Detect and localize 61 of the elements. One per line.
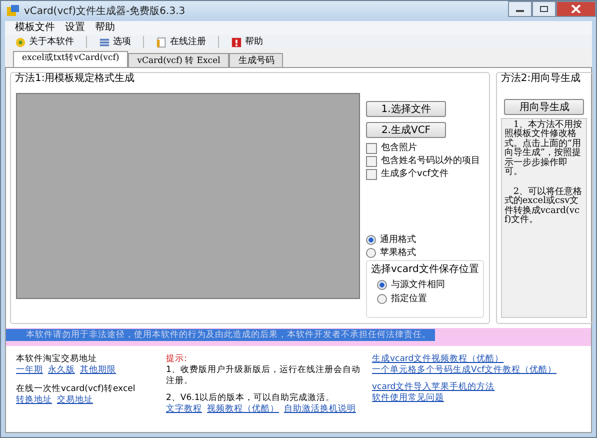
menu-item[interactable]: 帮助 <box>95 22 115 34</box>
radio-label: 苹果格式 <box>380 248 416 258</box>
group-title: 方法1:用模板规定格式生成 <box>15 73 135 84</box>
radio-button[interactable] <box>366 248 376 258</box>
action-button[interactable]: 1.选择文件 <box>366 101 446 117</box>
menu-item[interactable]: 设置 <box>65 22 85 34</box>
link[interactable]: 转换地址 <box>16 395 52 406</box>
help-icon <box>231 36 242 48</box>
document-icon <box>156 36 167 48</box>
radio-button[interactable] <box>366 235 376 246</box>
maximize-icon <box>539 5 549 13</box>
checkbox[interactable] <box>366 156 377 167</box>
toolbar-button[interactable]: 关于本软件 <box>13 36 76 48</box>
menu-item[interactable]: 模板文件 <box>15 22 55 34</box>
window-title: vCard(vcf)文件生成器-免费版6.3.3 <box>24 4 186 18</box>
tab[interactable]: 生成号码 <box>229 53 284 67</box>
link[interactable]: 软件使用常见问题 <box>372 393 581 404</box>
minimize-button[interactable] <box>508 1 532 17</box>
list-icon <box>99 36 110 48</box>
link[interactable]: vcard文件导入苹果手机的方法 <box>372 382 581 393</box>
close-button[interactable] <box>556 1 596 17</box>
info-text: 在线一次性vcard(vcf)转excel <box>16 384 136 394</box>
info-text: 本软件淘宝交易地址 <box>16 354 98 364</box>
tip-text: 1、收费版用户升级新版后，运行在线注册会自动注册。 <box>166 365 362 387</box>
link[interactable]: 永久版 <box>48 365 75 376</box>
checkbox[interactable] <box>366 169 377 180</box>
group-title: 选择vcard文件保存位置 <box>371 264 479 275</box>
checkbox-label: 生成多个vcf文件 <box>381 169 448 180</box>
toolbar-button[interactable]: 帮助 <box>229 36 265 48</box>
disclaimer-text: 本软件请勿用于非法途径，使用本软件的行为及由此造成的后果，本软件开发者不承担任何法律责任。 <box>6 329 435 341</box>
link[interactable]: 视频教程（优酷） <box>207 404 279 415</box>
action-button[interactable]: 2.生成VCF <box>366 122 446 138</box>
link[interactable]: 交易地址 <box>57 395 93 406</box>
radio-label: 与源文件相同 <box>391 280 445 290</box>
tab[interactable]: vCard(vcf) 转 Excel <box>128 53 230 67</box>
wizard-button[interactable]: 用向导生成 <box>504 99 584 115</box>
link[interactable]: 生成vcard文件视频教程（优酷） <box>372 354 581 365</box>
note-text: 2、可以将任意格式的excel或csv文件转换成vcard(vcf)文件。 <box>504 188 584 226</box>
checkbox-label: 包含姓名号码以外的项目 <box>381 156 480 167</box>
radio-label: 指定位置 <box>391 294 427 304</box>
checkbox-label: 包含照片 <box>381 143 417 154</box>
checkbox[interactable] <box>366 143 377 154</box>
info-icon <box>15 36 26 48</box>
link[interactable]: 自助激活换机说明 <box>284 404 356 415</box>
link[interactable]: 文字教程 <box>166 404 202 415</box>
tip-text: 2、V6.1以后的版本，可以自助完成激活。 <box>166 393 336 404</box>
tip-title: 提示: <box>166 354 188 365</box>
radio-button[interactable] <box>377 294 387 304</box>
radio-label: 通用格式 <box>380 235 416 246</box>
close-icon <box>571 5 581 13</box>
radio-button[interactable] <box>377 280 387 290</box>
tab[interactable]: excel或txt转vCard(vcf) <box>13 51 128 67</box>
toolbar-button[interactable]: 在线注册 <box>154 36 208 48</box>
toolbar-button[interactable]: 选项 <box>97 36 133 48</box>
link[interactable]: 其他期限 <box>80 365 116 376</box>
maximize-button[interactable] <box>532 1 556 17</box>
note-text: 1、本方法不用按照模板文件修改格式。点击上面的“用向导生成”，按照提示一步步操作即可。 <box>504 121 584 178</box>
link[interactable]: 一个单元格多个号码生成Vcf文件教程（优酷） <box>372 365 581 376</box>
app-icon <box>6 4 20 18</box>
group-title: 方法2:用向导生成 <box>500 73 581 84</box>
link[interactable]: 一年期 <box>16 365 43 376</box>
